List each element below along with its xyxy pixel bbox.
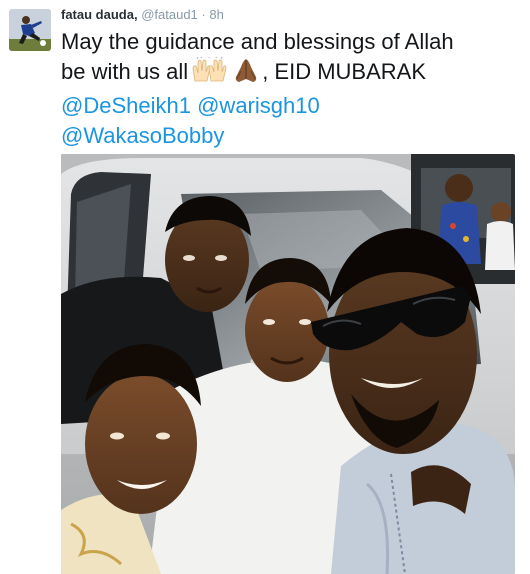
author-avatar[interactable] [9,9,51,51]
raised-hands-icon [189,55,229,91]
tweet-text-line-2: be with us all , EID MUBARAK [61,55,521,91]
tweet-header: fatau dauda, @fataud1 · 8h [61,7,224,23]
header-separator: · [201,7,206,22]
tweet-text-line-4: @WakasoBobby [61,121,521,151]
tweet-text-line-2-end: , EID MUBARAK [262,59,426,84]
tweet-text-line-1: May the guidance and blessings of Allah [61,29,454,54]
mention-desheikh1[interactable]: @DeSheikh1 [61,93,191,118]
avatar-image [9,9,51,51]
folded-hands-icon [231,57,261,91]
tweet-photo[interactable] [61,154,515,574]
author-handle[interactable]: @fataud1 [141,7,198,22]
tweet-text-line-3: @DeSheikh1 @warisgh10 [61,91,521,121]
mention-wakasobobby[interactable]: @WakasoBobby [61,123,224,148]
mention-warisgh10[interactable]: @warisgh10 [197,93,320,118]
group-selfie-image [61,154,515,574]
tweet-text: May the guidance and blessings of Allah … [61,27,521,151]
tweet[interactable]: fatau dauda, @fataud1 · 8h May the guida… [0,0,530,574]
tweet-text-line-2-start: be with us all [61,59,189,84]
tweet-timestamp[interactable]: 8h [209,7,223,22]
author-name[interactable]: fatau dauda, [61,7,138,22]
